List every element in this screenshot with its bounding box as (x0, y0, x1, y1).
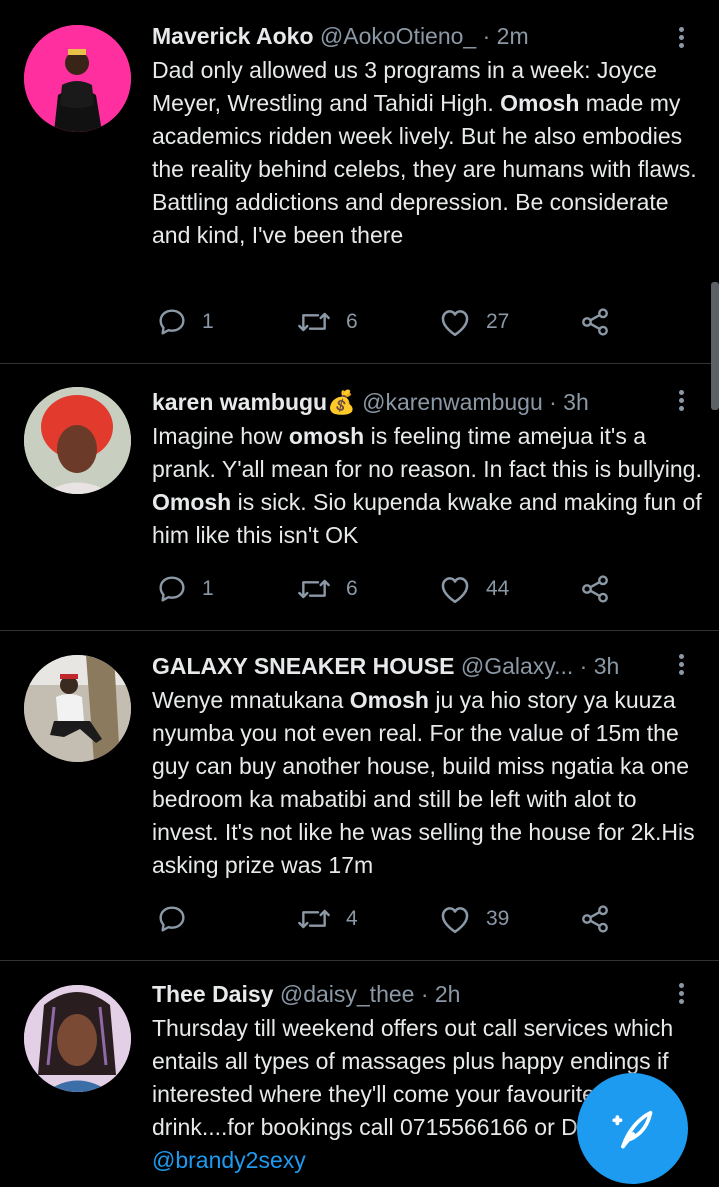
reply-button[interactable]: 1 (156, 305, 214, 339)
reply-icon (159, 576, 185, 602)
avatar[interactable] (24, 25, 131, 132)
retweet-button[interactable]: 6 (296, 305, 358, 339)
like-button[interactable]: 27 (438, 305, 509, 339)
share-button[interactable] (578, 305, 612, 339)
reply-icon (159, 309, 185, 335)
scrollbar[interactable] (711, 282, 719, 410)
author-handle[interactable]: @daisy_thee (280, 981, 415, 1007)
timestamp[interactable]: · 2m (483, 23, 529, 49)
tweet-header: Maverick Aoko @AokoOtieno_ · 2m (152, 22, 659, 50)
text-highlight: Omosh (349, 687, 429, 713)
timestamp[interactable]: · 2h (421, 981, 461, 1007)
retweet-icon (298, 579, 330, 599)
author-name[interactable]: Maverick Aoko (152, 23, 314, 49)
more-options-icon[interactable] (671, 387, 691, 415)
reply-icon (159, 906, 185, 932)
retweet-icon (298, 909, 330, 929)
tweet-header: GALAXY SNEAKER HOUSE @Galaxy... · 3h (152, 652, 659, 680)
divider (0, 630, 719, 631)
timestamp[interactable]: · 3h (580, 653, 620, 679)
more-options-icon[interactable] (671, 980, 691, 1008)
retweet-count: 6 (346, 577, 358, 600)
author-handle[interactable]: @AokoOtieno_ (320, 23, 476, 49)
reply-count: 1 (202, 577, 214, 600)
text-part: Wenye mnatukana (152, 687, 350, 713)
like-button[interactable]: 39 (438, 902, 509, 936)
text-part: is sick. Sio kupenda kwake and making fu… (152, 489, 702, 548)
like-count: 27 (486, 310, 510, 333)
text-highlight: Omosh (152, 489, 232, 515)
divider (0, 960, 719, 961)
mention-link[interactable]: @brandy2sexy (152, 1147, 306, 1173)
share-button[interactable] (578, 902, 612, 936)
author-handle[interactable]: @Galaxy... (461, 653, 573, 679)
more-options-icon[interactable] (671, 651, 691, 679)
more-options-icon[interactable] (671, 24, 691, 52)
tweet-text: Imagine how omosh is feeling time amejua… (152, 420, 702, 552)
share-button[interactable] (578, 572, 612, 606)
author-name[interactable]: Thee Daisy (152, 981, 273, 1007)
tweet-actions: 4 39 (152, 902, 632, 936)
like-count: 44 (486, 577, 510, 600)
avatar[interactable] (24, 387, 131, 494)
author-name[interactable]: GALAXY SNEAKER HOUSE (152, 653, 454, 679)
avatar[interactable] (24, 985, 131, 1092)
text-highlight: omosh (288, 423, 365, 449)
tweet-text: Wenye mnatukana Omosh ju ya hio story ya… (152, 684, 702, 882)
author-handle[interactable]: @karenwambugu (362, 389, 543, 415)
retweet-count: 4 (346, 907, 358, 930)
tweet-header: Thee Daisy @daisy_thee · 2h (152, 980, 659, 1008)
share-icon (582, 575, 608, 603)
share-icon (582, 308, 608, 336)
retweet-icon (298, 312, 330, 332)
text-highlight: Omosh (500, 90, 580, 116)
timestamp[interactable]: · 3h (549, 389, 589, 415)
like-count: 39 (486, 907, 510, 930)
tweet-actions: 1 6 27 (152, 305, 632, 339)
heart-icon (441, 310, 469, 337)
text-part: ju ya hio story ya kuuza nyumba you not … (152, 687, 695, 878)
share-icon (582, 905, 608, 933)
retweet-button[interactable]: 6 (296, 572, 358, 606)
compose-feather-icon (611, 1110, 652, 1148)
heart-icon (441, 577, 469, 604)
tweet-header: karen wambugu💰 @karenwambugu · 3h (152, 388, 659, 416)
author-name[interactable]: karen wambugu💰 (152, 389, 356, 415)
like-button[interactable]: 44 (438, 572, 509, 606)
reply-button[interactable]: 1 (156, 572, 214, 606)
avatar-image (24, 985, 131, 1092)
avatar-image (24, 655, 131, 762)
avatar-image (24, 387, 131, 494)
compose-tweet-button[interactable] (577, 1073, 688, 1184)
reply-count: 1 (202, 310, 214, 333)
retweet-count: 6 (346, 310, 358, 333)
text-part: Imagine how (152, 423, 289, 449)
tweet-text: Dad only allowed us 3 programs in a week… (152, 54, 702, 252)
tweet-actions: 1 6 44 (152, 572, 632, 606)
avatar-image (24, 25, 131, 132)
avatar[interactable] (24, 655, 131, 762)
reply-button[interactable] (156, 902, 202, 936)
heart-icon (441, 907, 469, 934)
divider (0, 363, 719, 364)
retweet-button[interactable]: 4 (296, 902, 358, 936)
